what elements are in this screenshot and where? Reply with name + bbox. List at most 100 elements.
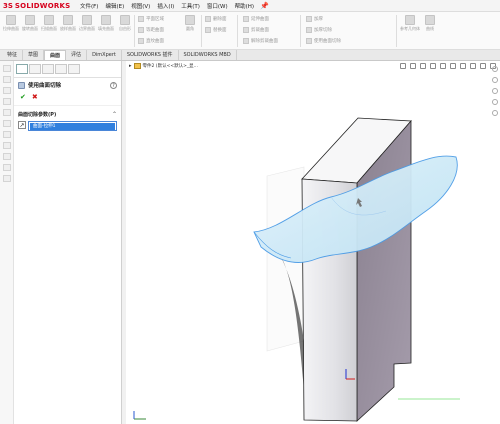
strip-tool-icon[interactable] [3, 175, 11, 182]
extruded-surface-button[interactable]: 拉伸曲面 [3, 15, 19, 32]
surface-cut-button[interactable]: 使用曲面切除 [306, 38, 341, 44]
tab-evaluate[interactable]: 评估 [66, 50, 88, 60]
surface-cut-parameters-group[interactable]: 曲面切除参数(P) ⌃ [14, 105, 121, 120]
tab-mbd[interactable]: SOLIDWORKS MBD [179, 50, 237, 60]
chevron-up-icon[interactable]: ⌃ [112, 111, 117, 118]
extend-surface-icon [243, 16, 249, 22]
strip-tool-icon[interactable] [3, 109, 11, 116]
edit-appearance-icon[interactable] [470, 63, 476, 69]
brand-name: SOLIDWORKS [14, 1, 71, 10]
menu-tools[interactable]: 工具(T) [181, 2, 200, 10]
hide-show-items-icon[interactable] [460, 63, 466, 69]
reference-geometry-button[interactable]: 参考几何体 [400, 15, 420, 32]
zoom-to-area-icon[interactable] [410, 63, 416, 69]
cancel-x-icon[interactable]: ✖ [32, 93, 38, 101]
tab-addins[interactable]: SOLIDWORKS 插件 [122, 50, 179, 60]
fillet-button[interactable]: 圆角 [182, 15, 198, 32]
design-library-icon[interactable] [492, 77, 498, 83]
untrim-surface-icon [243, 38, 249, 44]
offset-surface-button[interactable]: 等距曲面 [138, 27, 164, 33]
lofted-surface-button[interactable]: 放样曲面 [60, 15, 76, 32]
apply-scene-icon[interactable] [480, 63, 486, 69]
tab-features[interactable]: 特征 [2, 50, 24, 60]
boundary-surface-button[interactable]: 边界曲面 [79, 15, 95, 32]
strip-tool-icon[interactable] [3, 87, 11, 94]
previous-view-icon[interactable] [420, 63, 426, 69]
part-icon [133, 63, 141, 69]
file-explorer-icon[interactable] [492, 88, 498, 94]
revolved-surface-icon [25, 15, 35, 25]
delete-face-button[interactable]: 删除面 [205, 16, 227, 22]
strip-tool-icon[interactable] [3, 164, 11, 171]
configuration-manager-tab-icon[interactable] [42, 64, 54, 74]
swept-surface-button[interactable]: 扫描曲面 [41, 15, 57, 32]
model-view[interactable] [126, 61, 500, 424]
surface-selection-box[interactable]: 曲面-拉伸1 [28, 121, 117, 131]
selected-surface-item[interactable]: 曲面-拉伸1 [30, 123, 115, 130]
display-style-icon[interactable] [450, 63, 456, 69]
strip-tool-icon[interactable] [3, 142, 11, 149]
dimxpert-manager-tab-icon[interactable] [55, 64, 67, 74]
surface-cut-icon [306, 38, 312, 44]
ruled-surface-button[interactable]: 直纹曲面 [138, 38, 164, 44]
menu-edit[interactable]: 编辑(E) [105, 2, 124, 10]
appearances-icon[interactable] [492, 99, 498, 105]
planar-surface-icon [138, 16, 144, 22]
zoom-to-fit-icon[interactable] [400, 63, 406, 69]
view-orientation-icon[interactable] [440, 63, 446, 69]
menu-view[interactable]: 视图(V) [131, 2, 150, 10]
pm-actions: ✔ ✖ [14, 92, 121, 102]
task-pane-tabs [490, 61, 500, 141]
flip-direction-icon[interactable]: ↗ [18, 121, 26, 129]
strip-tool-icon[interactable] [3, 131, 11, 138]
feature-tree-flyout[interactable]: ▸ 零件2 (默认<<默认>_显... [126, 61, 201, 71]
revolved-surface-button[interactable]: 旋转曲面 [22, 15, 38, 32]
replace-face-button[interactable]: 替换面 [205, 27, 227, 33]
expand-arrow-icon[interactable]: ▸ [129, 63, 132, 69]
strip-tool-icon[interactable] [3, 153, 11, 160]
strip-tool-icon[interactable] [3, 65, 11, 72]
thicken-button[interactable]: 加厚 [306, 16, 323, 22]
strip-tool-icon[interactable] [3, 98, 11, 105]
strip-tool-icon[interactable] [3, 120, 11, 127]
ok-check-icon[interactable]: ✔ [20, 93, 26, 101]
section-view-icon[interactable] [430, 63, 436, 69]
menu-insert[interactable]: 插入(I) [157, 2, 174, 10]
thickened-cut-button[interactable]: 加厚切除 [306, 27, 332, 33]
manager-tabs [14, 61, 121, 78]
tab-sketch[interactable]: 草图 [23, 50, 45, 60]
menu-help[interactable]: 帮助(H) [235, 2, 254, 10]
thickened-cut-icon [306, 27, 312, 33]
menu-file[interactable]: 文件(F) [80, 2, 98, 10]
offset-surface-icon [138, 27, 144, 33]
extruded-surface-icon [6, 15, 16, 25]
feature-manager-tab-icon[interactable] [16, 64, 28, 74]
ds-logo-icon: 3S [3, 1, 13, 10]
pin-icon[interactable]: 📌 [260, 2, 269, 10]
tab-dimxpert[interactable]: DimXpert [87, 50, 122, 60]
help-icon[interactable]: ? [110, 81, 117, 89]
lofted-surface-icon [63, 15, 73, 25]
command-manager: 拉伸曲面 旋转曲面 扫描曲面 放样曲面 边界曲面 填充曲面 自由形 平面区域 等… [0, 12, 500, 50]
freeform-icon [120, 15, 130, 25]
curves-button[interactable]: 曲线 [422, 15, 438, 32]
planar-surface-button[interactable]: 平面区域 [138, 16, 164, 22]
strip-tool-icon[interactable] [3, 76, 11, 83]
graphics-area[interactable]: ▸ 零件2 (默认<<默认>_显... [126, 61, 500, 424]
solidworks-logo[interactable]: 3S SOLIDWORKS [0, 2, 72, 10]
menu-window[interactable]: 窗口(W) [207, 2, 228, 10]
replace-face-icon [205, 27, 211, 33]
property-manager-header: 使用曲面切除 ? [14, 78, 121, 92]
filled-surface-button[interactable]: 填充曲面 [98, 15, 114, 32]
freeform-button[interactable]: 自由形 [117, 15, 133, 32]
custom-properties-icon[interactable] [492, 110, 498, 116]
tab-surfaces[interactable]: 曲面 [44, 50, 67, 60]
display-manager-tab-icon[interactable] [68, 64, 80, 74]
untrim-surface-button[interactable]: 解除剪裁曲面 [243, 38, 278, 44]
fillet-icon [185, 15, 195, 25]
property-manager-tab-icon[interactable] [29, 64, 41, 74]
extend-surface-button[interactable]: 延伸曲面 [243, 16, 269, 22]
resources-icon[interactable] [492, 66, 498, 72]
swept-surface-icon [44, 15, 54, 25]
trim-surface-button[interactable]: 剪裁曲面 [243, 27, 269, 33]
